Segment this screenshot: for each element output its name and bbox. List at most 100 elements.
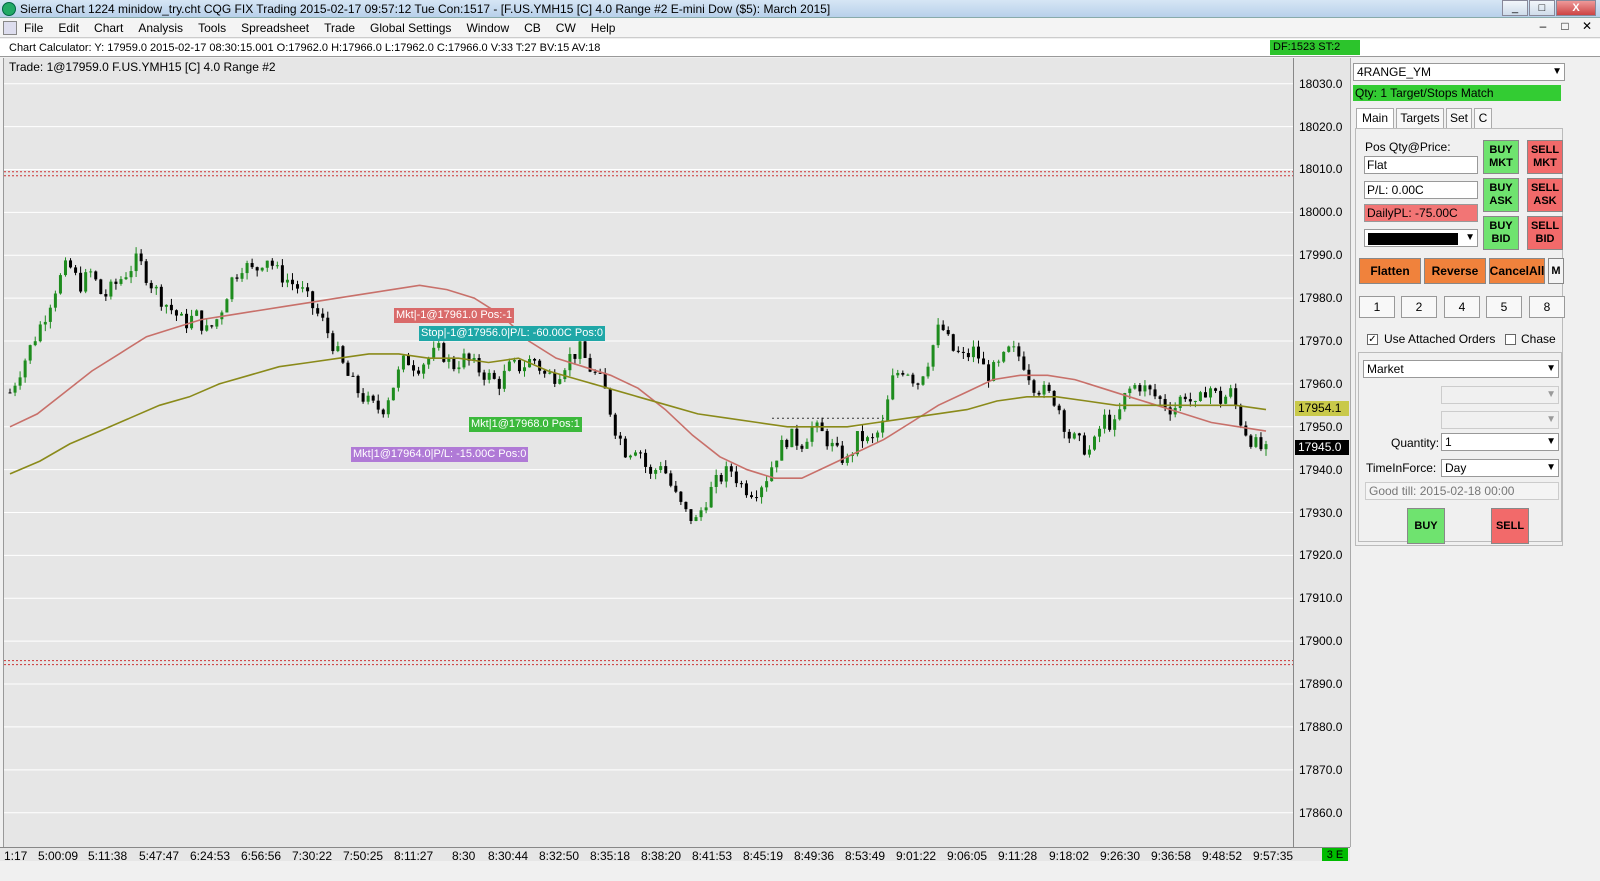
price-tick-label: 17890.0	[1299, 677, 1343, 692]
good-till-field[interactable]: Good till: 2015-02-18 00:00	[1365, 482, 1559, 500]
menu-global-settings[interactable]: Global Settings	[370, 21, 451, 35]
symbol-value: 4RANGE_YM	[1357, 65, 1432, 79]
menu-edit[interactable]: Edit	[58, 21, 79, 35]
sell-bid-button[interactable]: SELL BID	[1527, 216, 1563, 250]
quantity-input[interactable]: 1 ▼	[1441, 433, 1559, 451]
chart-window-icon[interactable]	[3, 21, 17, 35]
ma-value-label: 17954.1	[1295, 401, 1349, 417]
price-tick-label: 17960.0	[1299, 376, 1343, 391]
tab-targets[interactable]: Targets	[1396, 108, 1444, 128]
candle-body	[1113, 419, 1117, 430]
price-field-2[interactable]: ▼	[1441, 411, 1559, 429]
symbol-select[interactable]: 4RANGE_YM ▼	[1353, 63, 1565, 81]
buy-ask-button[interactable]: BUY ASK	[1483, 178, 1519, 212]
menu-tools[interactable]: Tools	[198, 21, 226, 35]
time-axis[interactable]: 3 E 1:17 5:00:09 5:11:38 5:47:47 6:24:53 6:56…	[0, 847, 1350, 863]
close-button[interactable]: X	[1556, 0, 1596, 16]
candle-body	[689, 509, 693, 521]
candle-body	[63, 260, 67, 276]
candle-body	[1103, 414, 1107, 429]
qty-button-5[interactable]: 5	[1486, 296, 1522, 318]
price-axis[interactable]: 18030.0 18020.0 18010.0 18000.0 17990.0 17980…	[1293, 58, 1350, 847]
order-type-value: Market	[1367, 362, 1404, 376]
candle-body	[1234, 388, 1238, 406]
cancel-all-button[interactable]: CancelAll	[1489, 258, 1545, 284]
tab-set[interactable]: Set	[1446, 108, 1472, 128]
menu-window[interactable]: Window	[466, 21, 509, 35]
tif-select[interactable]: Day ▼	[1441, 459, 1559, 477]
candle-body	[1092, 436, 1096, 450]
maximize-button[interactable]: □	[1529, 0, 1555, 16]
candle-body	[699, 510, 703, 518]
price-tick-label: 17940.0	[1299, 462, 1343, 477]
candle-body	[664, 466, 668, 474]
candle-body	[644, 452, 648, 467]
candle-body	[956, 350, 960, 352]
menu-cb[interactable]: CB	[524, 21, 541, 35]
order-type-select[interactable]: Market ▼	[1363, 360, 1559, 378]
candle-body	[442, 343, 446, 362]
candle-body	[457, 367, 461, 370]
chevron-down-icon: ▼	[1546, 389, 1556, 400]
tif-label: TimeInForce:	[1366, 461, 1437, 475]
mdi-close-button[interactable]: ✕	[1580, 20, 1594, 34]
minimize-button[interactable]: _	[1502, 0, 1528, 16]
menu-analysis[interactable]: Analysis	[138, 21, 183, 35]
candle-body	[417, 370, 421, 374]
use-attached-checkbox[interactable]: ✓	[1367, 334, 1378, 345]
qty-button-2[interactable]: 2	[1401, 296, 1437, 318]
candle-body	[770, 467, 774, 482]
chart-canvas[interactable]	[4, 58, 1294, 847]
sell-button[interactable]: SELL	[1491, 508, 1529, 544]
tab-main[interactable]: Main	[1356, 108, 1394, 128]
candle-body	[94, 271, 98, 280]
buy-bid-button[interactable]: BUY BID	[1483, 216, 1519, 250]
data-feed-status: DF:1523 ST:2	[1270, 40, 1360, 55]
qty-button-4[interactable]: 4	[1444, 296, 1480, 318]
candle-body	[280, 265, 284, 283]
candle-body	[497, 378, 501, 389]
mdi-minimize-button[interactable]: –	[1536, 20, 1550, 34]
candle-body	[230, 277, 234, 300]
menu-chart[interactable]: Chart	[94, 21, 123, 35]
menu-trade[interactable]: Trade	[324, 21, 355, 35]
menu-cw[interactable]: CW	[556, 21, 576, 35]
order-annotation: Mkt|1@17968.0 Pos:1	[469, 417, 582, 432]
candle-body	[573, 353, 577, 359]
flatten-button[interactable]: Flatten	[1359, 258, 1421, 284]
window-title: Sierra Chart 1224 minidow_try.cht CQG FI…	[20, 2, 831, 16]
tab-c[interactable]: C	[1474, 108, 1492, 128]
sell-ask-button[interactable]: SELL ASK	[1527, 178, 1563, 212]
candle-body	[240, 273, 244, 279]
buy-button[interactable]: BUY	[1407, 508, 1445, 544]
candle-body	[578, 341, 582, 359]
candle-body	[749, 495, 753, 498]
candle-body	[1047, 384, 1051, 391]
candle-body	[84, 272, 88, 292]
chase-checkbox[interactable]	[1505, 334, 1516, 345]
buy-mkt-button[interactable]: BUY MKT	[1483, 140, 1519, 174]
price-tick-label: 18010.0	[1299, 162, 1343, 177]
pos-label: Pos Qty@Price:	[1365, 140, 1451, 154]
candle-body	[396, 369, 400, 388]
account-select[interactable]: ▼	[1364, 229, 1478, 247]
mdi-maximize-button[interactable]: □	[1558, 20, 1572, 34]
candle-body	[966, 353, 970, 358]
candle-body	[780, 439, 784, 461]
candle-body	[674, 485, 678, 492]
candle-body	[1239, 405, 1243, 426]
candle-body	[124, 277, 128, 280]
menu-file[interactable]: File	[24, 21, 43, 35]
price-field-1[interactable]: ▼	[1441, 386, 1559, 404]
candle-body	[714, 474, 718, 487]
price-chart[interactable]: Trade: 1@17959.0 F.US.YMH15 [C] 4.0 Rang…	[3, 58, 1294, 847]
menu-help[interactable]: Help	[591, 21, 616, 35]
qty-button-8[interactable]: 8	[1529, 296, 1565, 318]
qty-button-1[interactable]: 1	[1359, 296, 1395, 318]
menu-spreadsheet[interactable]: Spreadsheet	[241, 21, 309, 35]
sell-mkt-button[interactable]: SELL MKT	[1527, 140, 1563, 174]
m-button[interactable]: M	[1548, 258, 1564, 284]
candle-body	[1032, 380, 1036, 393]
candle-body	[623, 438, 627, 458]
reverse-button[interactable]: Reverse	[1424, 258, 1486, 284]
